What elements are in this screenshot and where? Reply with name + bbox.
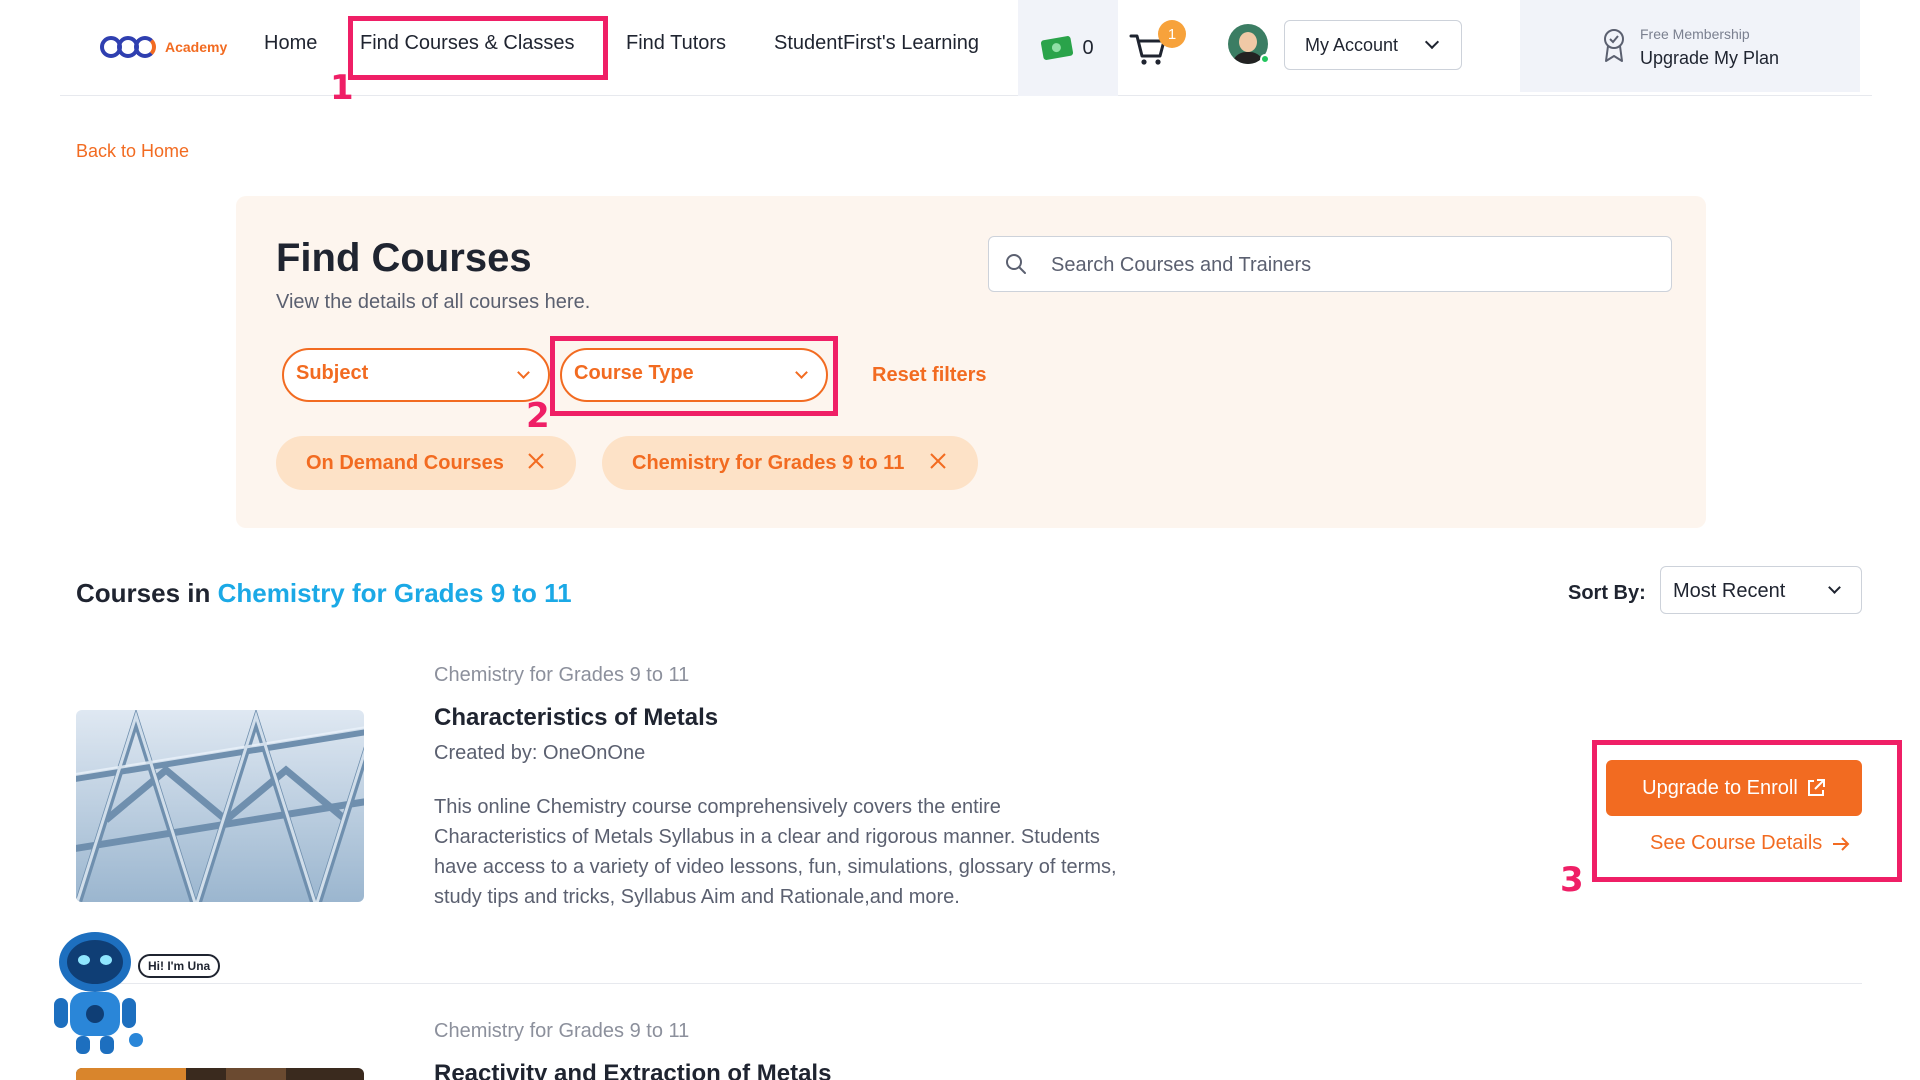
reset-filters-link[interactable]: Reset filters: [872, 364, 987, 387]
results-heading: Courses in Chemistry for Grades 9 to 11: [76, 578, 572, 609]
search-icon: [1006, 254, 1026, 274]
find-courses-panel: Find Courses View the details of all cou…: [236, 196, 1706, 528]
my-account-label: My Account: [1305, 34, 1399, 55]
back-to-home-link[interactable]: Back to Home: [76, 141, 189, 162]
search-box[interactable]: [988, 236, 1672, 292]
online-status-dot: [1260, 54, 1270, 64]
wallet-balance[interactable]: 0: [1018, 0, 1118, 96]
highlight-box-3: [1592, 740, 1902, 882]
close-icon[interactable]: [526, 451, 546, 471]
subject-dropdown-label: Subject: [296, 362, 369, 384]
nav-home[interactable]: Home: [264, 32, 317, 55]
logo-mark-icon: [100, 36, 156, 58]
course-category: Chemistry for Grades 9 to 11: [434, 1020, 690, 1042]
chatbot-robot-icon[interactable]: [40, 930, 160, 1060]
nav-learning[interactable]: StudentFirst's Learning: [774, 32, 979, 55]
site-logo[interactable]: Academy: [100, 36, 227, 58]
course-author: Created by: OneOnOne: [434, 742, 646, 764]
highlight-box-2: [550, 336, 838, 416]
nav-find-tutors[interactable]: Find Tutors: [626, 32, 726, 55]
upgrade-plan-panel[interactable]: Free Membership Upgrade My Plan: [1520, 0, 1860, 92]
sort-value: Most Recent: [1673, 580, 1786, 602]
membership-tier: Free Membership: [1640, 26, 1750, 42]
upgrade-plan-link[interactable]: Upgrade My Plan: [1640, 48, 1779, 69]
page-title: Find Courses: [276, 236, 532, 280]
my-account-dropdown[interactable]: My Account: [1284, 20, 1462, 70]
course-card: Chemistry for Grades 9 to 11 Reactivity …: [76, 1016, 1862, 1080]
search-input[interactable]: [1051, 251, 1651, 279]
annotation-step-1: 1: [330, 68, 354, 108]
chevron-down-icon: [517, 366, 530, 379]
results-prefix: Courses in: [76, 578, 211, 608]
subject-dropdown[interactable]: Subject: [282, 348, 550, 402]
course-title[interactable]: Characteristics of Metals: [434, 704, 718, 732]
chevron-down-icon: [1424, 34, 1440, 50]
close-icon[interactable]: [928, 451, 948, 471]
medal-icon: [1604, 29, 1624, 62]
logo-text: Academy: [165, 39, 228, 55]
money-icon: [1040, 35, 1074, 61]
course-thumbnail[interactable]: [76, 710, 364, 902]
results-category[interactable]: Chemistry for Grades 9 to 11: [218, 578, 572, 608]
page-subtitle: View the details of all courses here.: [276, 291, 591, 313]
filter-chip-chemistry: Chemistry for Grades 9 to 11: [602, 436, 978, 490]
course-category: Chemistry for Grades 9 to 11: [434, 664, 690, 686]
annotation-step-2: 2: [526, 396, 550, 436]
sort-label: Sort By:: [1568, 582, 1646, 604]
annotation-step-3: 3: [1560, 860, 1584, 900]
chatbot-greeting-bubble: Hi! I'm Una: [138, 954, 221, 978]
wallet-count: 0: [1082, 36, 1094, 59]
filter-chip-label: Chemistry for Grades 9 to 11: [632, 451, 905, 474]
cart-count-badge: 1: [1158, 20, 1186, 48]
sort-select[interactable]: Most Recent: [1660, 566, 1862, 614]
chevron-down-icon: [1828, 581, 1841, 594]
course-description: This online Chemistry course comprehensi…: [434, 796, 1117, 908]
highlight-box-1: [348, 16, 608, 80]
course-title[interactable]: Reactivity and Extraction of Metals: [434, 1060, 831, 1080]
filter-chip-label: On Demand Courses: [306, 451, 504, 474]
filter-chip-on-demand: On Demand Courses: [276, 436, 576, 490]
course-thumbnail[interactable]: [76, 1068, 364, 1080]
